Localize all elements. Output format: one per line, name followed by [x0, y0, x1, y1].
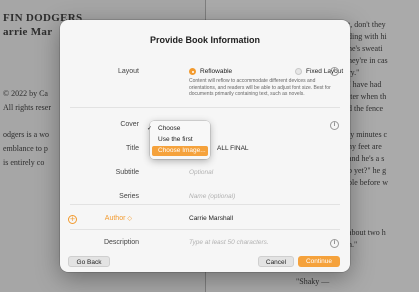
radio-reflowable[interactable] [189, 68, 196, 75]
go-back-button[interactable]: Go Back [68, 256, 110, 267]
dialog-title: Provide Book Information [149, 35, 260, 45]
cover-label: Cover [120, 121, 139, 128]
stepper-icon: ◇ [127, 215, 132, 222]
subtitle-label: Subtitle [115, 169, 139, 176]
layout-description: Content will reflow to accommodate diffe… [189, 78, 331, 97]
author-field[interactable]: Carrie Marshall [189, 215, 233, 222]
cover-popup-menu: ✓ Choose Use the first page Choose Image.… [147, 121, 210, 159]
title-label: Title [126, 145, 139, 152]
subtitle-field[interactable]: Optional [189, 169, 213, 176]
menu-item-label: Choose [158, 125, 181, 132]
description-field[interactable]: Type at least 50 characters. [189, 239, 269, 246]
separator [70, 107, 340, 108]
layout-info-icon[interactable]: i [330, 67, 339, 76]
author-role-selector[interactable]: Author ◇ [62, 215, 132, 222]
cover-info-icon[interactable]: i [330, 121, 339, 130]
author-label: Author [104, 215, 126, 222]
continue-button[interactable]: Continue [298, 256, 340, 267]
menu-item-label: Choose Image... [158, 147, 206, 154]
layout-label: Layout [117, 68, 139, 75]
cancel-button[interactable]: Cancel [258, 256, 294, 267]
checkmark-icon: ✓ [147, 125, 153, 132]
title-field[interactable]: ALL FINAL [217, 145, 249, 152]
menu-item-choose-image[interactable]: Choose Image... [152, 146, 208, 156]
series-field[interactable]: Name (optional) [189, 193, 235, 200]
description-label: Description [103, 239, 139, 246]
menu-item-use-first-page[interactable]: Use the first page [152, 135, 208, 153]
series-label: Series [119, 193, 139, 200]
radio-fixed-layout[interactable] [295, 68, 302, 75]
reflowable-label[interactable]: Reflowable [200, 68, 232, 75]
description-info-icon[interactable]: i [330, 239, 339, 248]
separator [70, 204, 340, 205]
separator [70, 229, 340, 230]
menu-item-choose[interactable]: ✓ Choose [147, 124, 208, 134]
